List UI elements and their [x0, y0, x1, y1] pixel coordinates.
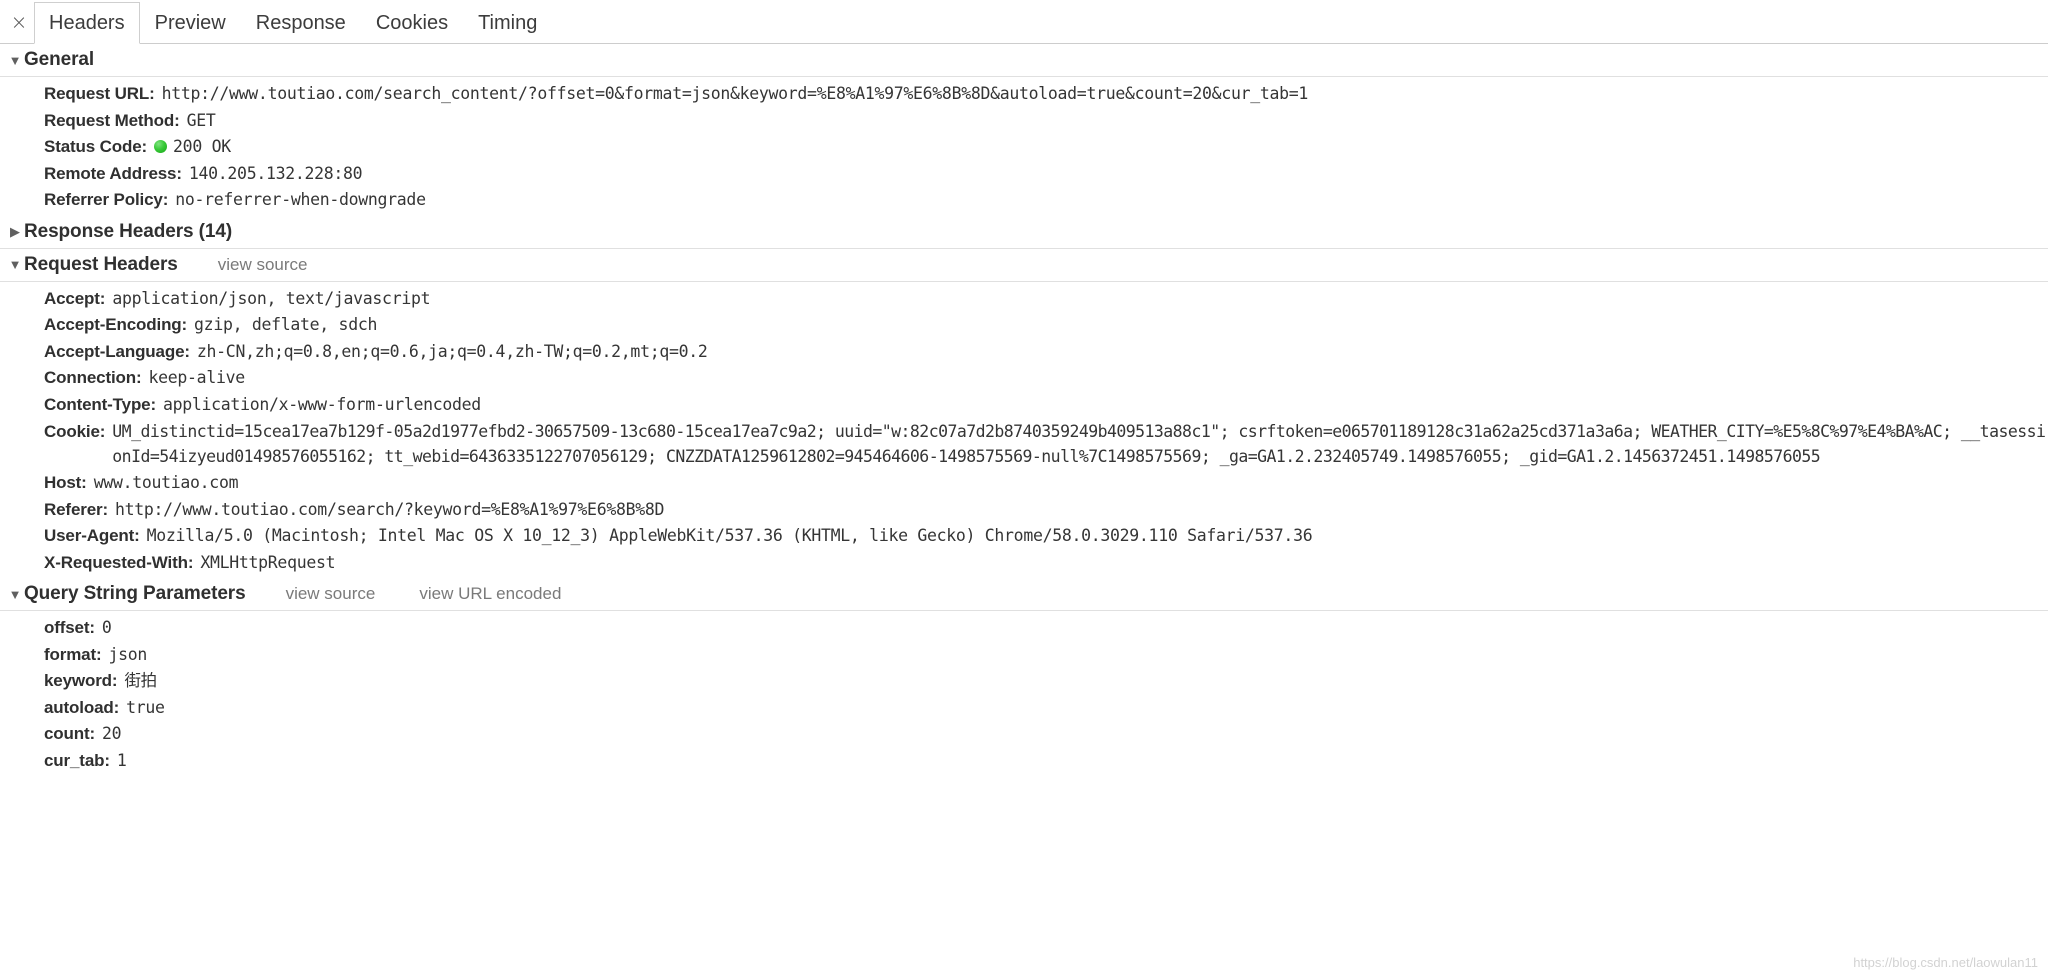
- key-host: Host:: [44, 471, 87, 496]
- chevron-right-icon: ▶: [6, 225, 24, 238]
- key-accept: Accept:: [44, 287, 105, 312]
- status-ok-icon: [154, 140, 167, 153]
- view-source-link-query-string[interactable]: view source: [286, 584, 376, 604]
- row-offset: offset: 0: [0, 615, 2048, 642]
- value-cookie: UM_distinctid=15cea17ea7b129f-05a2d1977e…: [112, 419, 2048, 469]
- key-x-requested-with: X-Requested-With:: [44, 551, 193, 576]
- row-autoload: autoload: true: [0, 695, 2048, 722]
- value-user-agent: Mozilla/5.0 (Macintosh; Intel Mac OS X 1…: [147, 524, 1313, 549]
- row-format: format: json: [0, 642, 2048, 669]
- value-status-code: 200 OK: [173, 135, 231, 160]
- key-content-type: Content-Type:: [44, 393, 156, 418]
- value-count: 20: [102, 722, 121, 747]
- row-request-method: Request Method: GET: [0, 108, 2048, 135]
- section-header-request-headers[interactable]: ▼ Request Headers view source: [0, 249, 2048, 282]
- section-title-response-headers: Response Headers (14): [24, 221, 232, 243]
- query-string-rows: offset: 0 format: json keyword: 街拍 autol…: [0, 611, 2048, 776]
- value-accept: application/json, text/javascript: [112, 287, 430, 312]
- key-referer: Referer:: [44, 498, 108, 523]
- tab-timing[interactable]: Timing: [463, 2, 552, 43]
- row-referrer-policy: Referrer Policy: no-referrer-when-downgr…: [0, 187, 2048, 214]
- key-accept-encoding: Accept-Encoding:: [44, 313, 187, 338]
- value-content-type: application/x-www-form-urlencoded: [163, 393, 481, 418]
- key-format: format:: [44, 643, 102, 668]
- view-source-link-request-headers[interactable]: view source: [218, 255, 308, 275]
- key-cur-tab: cur_tab:: [44, 749, 110, 774]
- tab-headers[interactable]: Headers: [34, 2, 140, 44]
- row-accept-language: Accept-Language: zh-CN,zh;q=0.8,en;q=0.6…: [0, 339, 2048, 366]
- value-offset: 0: [102, 616, 112, 641]
- value-connection: keep-alive: [149, 366, 245, 391]
- row-keyword: keyword: 街拍: [0, 668, 2048, 695]
- key-offset: offset:: [44, 616, 95, 641]
- key-referrer-policy: Referrer Policy:: [44, 188, 168, 213]
- key-cookie: Cookie:: [44, 419, 105, 469]
- value-autoload: true: [126, 696, 165, 721]
- headers-panel: ▼ General Request URL: http://www.toutia…: [0, 44, 2048, 776]
- tab-cookies[interactable]: Cookies: [361, 2, 463, 43]
- row-accept-encoding: Accept-Encoding: gzip, deflate, sdch: [0, 312, 2048, 339]
- row-status-code: Status Code: 200 OK: [0, 134, 2048, 161]
- row-request-url: Request URL: http://www.toutiao.com/sear…: [0, 81, 2048, 108]
- key-request-url: Request URL:: [44, 82, 155, 107]
- row-accept: Accept: application/json, text/javascrip…: [0, 286, 2048, 313]
- key-request-method: Request Method:: [44, 109, 180, 134]
- section-header-general[interactable]: ▼ General: [0, 44, 2048, 77]
- chevron-down-icon: ▼: [6, 258, 24, 271]
- section-header-query-string-parameters[interactable]: ▼ Query String Parameters view source vi…: [0, 578, 2048, 611]
- row-cur-tab: cur_tab: 1: [0, 748, 2048, 775]
- chevron-down-icon: ▼: [6, 588, 24, 601]
- key-status-code: Status Code:: [44, 135, 147, 160]
- value-referer: http://www.toutiao.com/search/?keyword=%…: [115, 498, 664, 523]
- close-icon[interactable]: ×: [4, 0, 34, 43]
- row-cookie: Cookie: UM_distinctid=15cea17ea7b129f-05…: [0, 418, 2048, 470]
- key-connection: Connection:: [44, 366, 142, 391]
- request-headers-rows: Accept: application/json, text/javascrip…: [0, 282, 2048, 579]
- chevron-down-icon: ▼: [6, 54, 24, 67]
- value-format: json: [109, 643, 148, 668]
- value-request-url: http://www.toutiao.com/search_content/?o…: [162, 82, 1308, 107]
- value-accept-language: zh-CN,zh;q=0.8,en;q=0.6,ja;q=0.4,zh-TW;q…: [197, 340, 708, 365]
- value-accept-encoding: gzip, deflate, sdch: [194, 313, 377, 338]
- key-accept-language: Accept-Language:: [44, 340, 190, 365]
- key-keyword: keyword:: [44, 669, 117, 694]
- tab-response[interactable]: Response: [241, 2, 361, 43]
- section-header-response-headers[interactable]: ▶ Response Headers (14): [0, 216, 2048, 249]
- value-referrer-policy: no-referrer-when-downgrade: [175, 188, 425, 213]
- value-keyword: 街拍: [124, 669, 156, 694]
- value-remote-address: 140.205.132.228:80: [189, 162, 362, 187]
- value-host: www.toutiao.com: [94, 471, 239, 496]
- row-x-requested-with: X-Requested-With: XMLHttpRequest: [0, 550, 2048, 577]
- tab-preview[interactable]: Preview: [140, 2, 241, 43]
- row-count: count: 20: [0, 721, 2048, 748]
- watermark: https://blog.csdn.net/laowulan11: [1853, 955, 2038, 970]
- section-title-query-string-parameters: Query String Parameters: [24, 583, 246, 605]
- row-content-type: Content-Type: application/x-www-form-url…: [0, 392, 2048, 419]
- key-remote-address: Remote Address:: [44, 162, 182, 187]
- row-connection: Connection: keep-alive: [0, 365, 2048, 392]
- key-count: count:: [44, 722, 95, 747]
- value-cur-tab: 1: [117, 749, 127, 774]
- key-user-agent: User-Agent:: [44, 524, 140, 549]
- row-user-agent: User-Agent: Mozilla/5.0 (Macintosh; Inte…: [0, 523, 2048, 550]
- value-x-requested-with: XMLHttpRequest: [200, 551, 335, 576]
- section-title-general: General: [24, 49, 94, 71]
- row-referer: Referer: http://www.toutiao.com/search/?…: [0, 497, 2048, 524]
- section-title-request-headers: Request Headers: [24, 254, 178, 276]
- view-url-encoded-link[interactable]: view URL encoded: [419, 584, 561, 604]
- general-rows: Request URL: http://www.toutiao.com/sear…: [0, 77, 2048, 216]
- key-autoload: autoload:: [44, 696, 119, 721]
- row-remote-address: Remote Address: 140.205.132.228:80: [0, 161, 2048, 188]
- devtools-tab-bar: × Headers Preview Response Cookies Timin…: [0, 0, 2048, 44]
- value-request-method: GET: [187, 109, 216, 134]
- row-host: Host: www.toutiao.com: [0, 470, 2048, 497]
